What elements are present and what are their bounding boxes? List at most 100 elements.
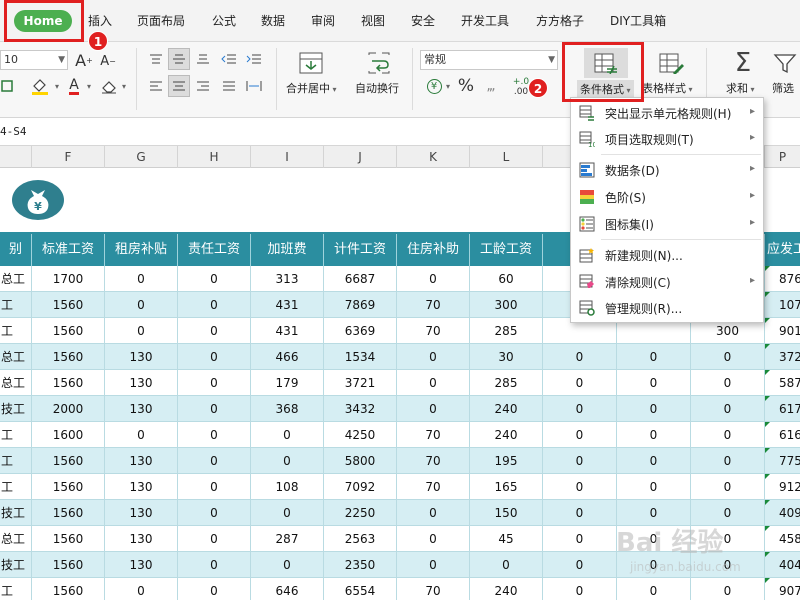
border-button[interactable] [0, 76, 14, 96]
table-cell[interactable]: 901 [765, 318, 800, 344]
table-cell[interactable]: 1560 [32, 370, 105, 396]
tab-developer[interactable]: 开发工具 [461, 12, 509, 30]
menu-item-icon-sets[interactable]: 图标集(I) ▸ [571, 212, 763, 236]
table-cell[interactable]: 912 [765, 474, 800, 500]
table-cell[interactable]: 313 [251, 266, 324, 292]
table-cell[interactable]: 60 [470, 266, 543, 292]
table-cell[interactable]: 0 [178, 370, 251, 396]
merge-center-button[interactable] [296, 48, 326, 78]
justify-button[interactable] [218, 75, 240, 97]
column-header-l[interactable]: L [470, 146, 543, 168]
table-cell[interactable]: 0 [251, 422, 324, 448]
table-cell[interactable]: 0 [178, 422, 251, 448]
table-cell[interactable]: 0 [691, 396, 765, 422]
table-cell[interactable]: 195 [470, 448, 543, 474]
tab-review[interactable]: 审阅 [311, 12, 335, 30]
table-cell[interactable]: 285 [470, 370, 543, 396]
table-cell[interactable]: 6687 [324, 266, 397, 292]
table-cell[interactable]: 0 [543, 474, 617, 500]
table-cell[interactable]: 1560 [32, 344, 105, 370]
table-cell[interactable]: 1534 [324, 344, 397, 370]
table-cell[interactable]: 0 [251, 552, 324, 578]
column-header-i[interactable]: I [251, 146, 324, 168]
table-cell[interactable]: 0 [470, 552, 543, 578]
table-cell[interactable]: 0 [543, 526, 617, 552]
align-middle-button[interactable] [168, 48, 190, 70]
chevron-down-icon[interactable]: ▾ [85, 80, 93, 92]
table-cell[interactable]: 70 [397, 578, 470, 600]
menu-item-manage-rules[interactable]: 管理规则(R)... [571, 296, 763, 320]
table-cell[interactable]: 0 [617, 344, 691, 370]
menu-item-clear-rules[interactable]: 清除规则(C) ▸ [571, 270, 763, 294]
table-cell[interactable]: 240 [470, 422, 543, 448]
table-cell[interactable]: 0 [251, 500, 324, 526]
table-cell[interactable]: 工 [0, 448, 32, 474]
align-left-button[interactable] [145, 75, 167, 97]
table-cell[interactable]: 0 [691, 370, 765, 396]
tab-data[interactable]: 数据 [261, 12, 285, 30]
table-cell[interactable]: 0 [178, 500, 251, 526]
table-cell[interactable]: 0 [105, 318, 178, 344]
sum-button[interactable]: Σ [728, 48, 758, 78]
table-cell[interactable]: 0 [617, 448, 691, 474]
fill-color-button[interactable] [28, 75, 52, 97]
table-cell[interactable]: 70 [397, 422, 470, 448]
table-cell[interactable]: 0 [178, 344, 251, 370]
table-cell[interactable]: 0 [397, 266, 470, 292]
table-header-cell[interactable]: 住房补助 [397, 234, 470, 266]
column-header-k[interactable]: K [397, 146, 470, 168]
table-cell[interactable]: 工 [0, 318, 32, 344]
table-cell[interactable]: 0 [397, 396, 470, 422]
table-cell[interactable]: 0 [178, 318, 251, 344]
column-header-e[interactable] [0, 146, 32, 168]
table-cell[interactable]: 工 [0, 292, 32, 318]
table-cell[interactable]: 0 [543, 370, 617, 396]
table-cell[interactable]: 0 [543, 500, 617, 526]
shrink-font-button[interactable]: A − [98, 51, 118, 71]
table-cell[interactable]: 2350 [324, 552, 397, 578]
table-header-cell[interactable]: 租房补贴 [105, 234, 178, 266]
table-cell[interactable]: 285 [470, 318, 543, 344]
table-cell[interactable]: 3432 [324, 396, 397, 422]
table-cell[interactable]: 0 [543, 396, 617, 422]
table-cell[interactable]: 0 [397, 500, 470, 526]
cell-reference[interactable]: 4-S4 [0, 125, 27, 138]
tab-fangfang[interactable]: 方方格子 [536, 12, 584, 30]
merge-center-label[interactable]: 合并居中 ▾ [286, 80, 337, 96]
table-cell[interactable]: 130 [105, 552, 178, 578]
table-cell[interactable]: 1560 [32, 318, 105, 344]
table-header-cell[interactable]: 责任工资 [178, 234, 251, 266]
table-style-label[interactable]: 表格样式 ▾ [642, 80, 693, 96]
tab-diy-toolbox[interactable]: DIY工具箱 [610, 12, 666, 30]
table-cell[interactable]: 404 [765, 552, 800, 578]
table-cell[interactable]: 466 [251, 344, 324, 370]
table-header-cell[interactable]: 标准工资 [32, 234, 105, 266]
table-cell[interactable]: 70 [397, 292, 470, 318]
table-cell[interactable]: 0 [251, 448, 324, 474]
table-cell[interactable]: 4250 [324, 422, 397, 448]
sum-label[interactable]: 求和 ▾ [726, 80, 755, 96]
table-cell[interactable]: 7092 [324, 474, 397, 500]
table-cell[interactable]: 0 [617, 474, 691, 500]
table-cell[interactable]: 30 [470, 344, 543, 370]
table-cell[interactable]: 0 [105, 422, 178, 448]
thousands-separator-button[interactable]: ,,, [480, 75, 500, 97]
table-cell[interactable]: 907 [765, 578, 800, 600]
increase-indent-button[interactable] [243, 48, 265, 70]
table-cell[interactable]: 0 [397, 344, 470, 370]
table-cell[interactable]: 技工 [0, 500, 32, 526]
table-cell[interactable]: 0 [397, 526, 470, 552]
decrease-indent-button[interactable] [218, 48, 240, 70]
table-cell[interactable]: 0 [178, 266, 251, 292]
tab-view[interactable]: 视图 [361, 12, 385, 30]
table-cell[interactable]: 431 [251, 318, 324, 344]
table-cell[interactable]: 1600 [32, 422, 105, 448]
table-cell[interactable]: 技工 [0, 552, 32, 578]
chevron-down-icon[interactable]: ▾ [53, 80, 61, 92]
table-header-cell[interactable]: 计件工资 [324, 234, 397, 266]
table-cell[interactable]: 130 [105, 396, 178, 422]
table-cell[interactable]: 130 [105, 370, 178, 396]
table-cell[interactable]: 0 [178, 552, 251, 578]
table-cell[interactable]: 458 [765, 526, 800, 552]
table-cell[interactable]: 0 [397, 370, 470, 396]
